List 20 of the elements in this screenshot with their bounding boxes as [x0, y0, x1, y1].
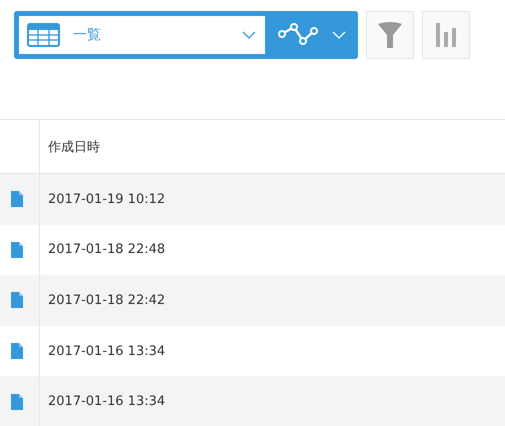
line-graph-icon — [278, 23, 320, 47]
table-icon — [27, 23, 60, 47]
table-cell-text: 2017-01-19 10:12 — [47, 190, 166, 209]
document-icon[interactable] — [10, 292, 22, 308]
column-header: 作成日時 — [47, 138, 100, 156]
table-cell-text: 2017-01-18 22:42 — [47, 292, 166, 310]
document-icon[interactable] — [10, 343, 22, 360]
chevron-down-icon — [242, 31, 256, 39]
bar-chart-icon — [436, 23, 456, 47]
filter-button[interactable] — [366, 11, 414, 59]
document-icon[interactable] — [10, 242, 22, 258]
table-cell-text: 2017-01-18 22:48 — [47, 241, 166, 260]
document-icon[interactable] — [10, 191, 22, 208]
chart-button[interactable] — [422, 11, 470, 59]
table-cell-text: 2017-01-16 13:34 — [47, 393, 166, 412]
chevron-down-icon — [332, 31, 346, 39]
view-select[interactable]: 一覧 — [19, 16, 265, 54]
filter-icon — [377, 21, 403, 49]
table-cell-text: 2017-01-16 13:34 — [47, 342, 166, 361]
document-icon[interactable] — [10, 394, 22, 410]
